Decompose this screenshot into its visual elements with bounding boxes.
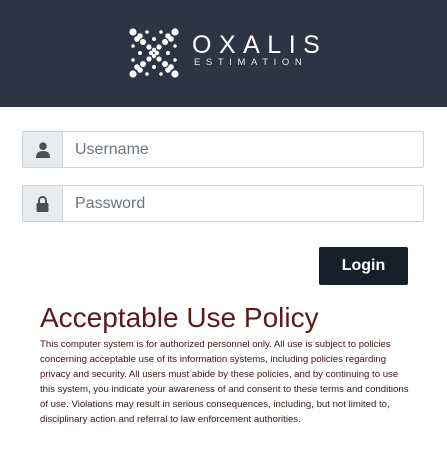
brand-name: OXALIS — [192, 31, 328, 59]
policy-text: This computer system is for authorized p… — [40, 339, 409, 425]
brand-subtitle: ESTIMATION — [194, 57, 308, 68]
user-icon — [22, 131, 62, 168]
policy-title: Acceptable Use Policy — [40, 302, 319, 333]
app-header: OXALIS ESTIMATION — [0, 0, 447, 107]
login-button[interactable]: Login — [319, 247, 408, 285]
username-input[interactable] — [62, 131, 424, 168]
password-field — [22, 185, 424, 222]
password-input[interactable] — [62, 185, 424, 222]
lock-icon — [22, 185, 62, 222]
username-field — [22, 131, 424, 168]
oxalis-logo-icon — [129, 28, 179, 78]
